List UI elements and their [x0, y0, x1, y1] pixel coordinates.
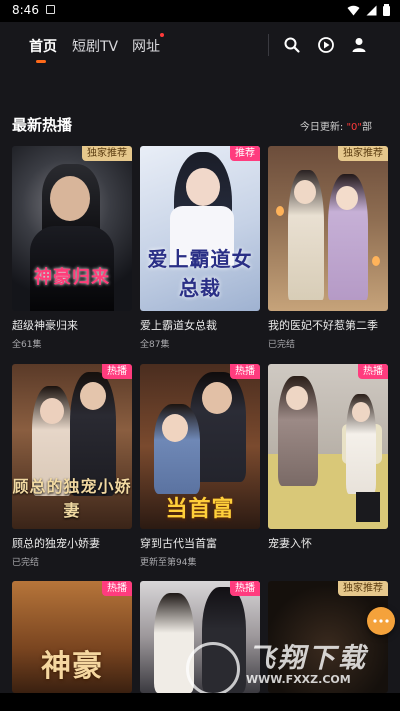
drama-card[interactable]: 热播 神豪	[12, 581, 132, 693]
poster-title-art: 爱上霸道女总裁	[147, 247, 253, 300]
tab-websites[interactable]: 网址	[132, 36, 160, 56]
drama-status: 已完结	[12, 558, 40, 568]
drama-title: 宠妻入怀	[268, 537, 312, 550]
system-nav-bar	[0, 693, 400, 711]
drama-title: 我的医妃不好惹第二季	[268, 319, 378, 332]
drama-card[interactable]: 热播 宠妻入怀	[268, 364, 388, 555]
signal-icon	[366, 5, 377, 15]
poster-title-art: 顾总的独宠小娇妻	[12, 477, 132, 520]
drama-card[interactable]: 热播 当首富 穿到古代当首富 更新至第94集	[140, 364, 260, 568]
drama-poster[interactable]: 热播 顾总的独宠小娇妻	[12, 364, 132, 529]
drama-title: 穿到古代当首富	[140, 537, 217, 550]
active-tab-indicator	[36, 60, 46, 63]
drama-poster[interactable]: 热播 神豪	[12, 581, 132, 693]
drama-card[interactable]: 推荐 爱上霸道女总裁 爱上霸道女总裁 全87集	[140, 146, 260, 350]
today-update-unit: 部	[362, 122, 372, 133]
user-icon[interactable]	[350, 36, 368, 54]
status-time: 8:46	[12, 3, 39, 17]
play-history-icon[interactable]	[317, 36, 335, 54]
nav-divider	[268, 34, 269, 56]
drama-episodes: 全61集	[12, 340, 42, 350]
tab-short-drama-tv[interactable]: 短剧TV	[72, 36, 118, 56]
exclusive-badge: 独家推荐	[82, 146, 132, 161]
exclusive-badge: 独家推荐	[338, 581, 388, 596]
search-icon[interactable]	[283, 36, 301, 54]
site-watermark: 飞翔下载 WWW.FXXZ.COM	[186, 636, 394, 696]
poster-title-art: 当首富	[165, 497, 235, 522]
top-nav: 首页 短剧TV 网址	[0, 22, 400, 72]
today-update-count: "0"	[346, 122, 362, 133]
tab-home[interactable]: 首页	[29, 36, 57, 56]
battery-icon	[383, 4, 390, 16]
drama-title: 超级神豪归来	[12, 319, 78, 332]
watermark-url: WWW.FXXZ.COM	[246, 673, 351, 686]
status-icons	[347, 4, 390, 16]
drama-card[interactable]: 热播 顾总的独宠小娇妻 顾总的独宠小娇妻 已完结	[12, 364, 132, 568]
drama-poster[interactable]: 独家推荐 神豪归来	[12, 146, 132, 311]
wifi-icon	[347, 5, 360, 15]
drama-card[interactable]: 独家推荐 我的医妃不好惹第二季 已完结	[268, 146, 388, 350]
drama-status: 已完结	[268, 340, 296, 350]
more-float-button[interactable]	[367, 607, 395, 635]
poster-title-art: 神豪	[41, 649, 103, 684]
recommend-badge: 推荐	[230, 146, 260, 161]
today-update-label: 今日更新:	[299, 122, 347, 133]
hot-badge: 热播	[230, 581, 260, 596]
drama-card[interactable]: 独家推荐 神豪归来 超级神豪归来 全61集	[12, 146, 132, 350]
poster-title-art: 神豪归来	[34, 267, 110, 288]
watermark-title: 飞翔下载	[248, 643, 368, 674]
exclusive-badge: 独家推荐	[338, 146, 388, 161]
hot-badge: 热播	[358, 364, 388, 379]
hot-badge: 热播	[102, 364, 132, 379]
drama-episodes: 全87集	[140, 340, 170, 350]
more-dots-icon	[373, 619, 389, 623]
drama-poster[interactable]: 热播 当首富	[140, 364, 260, 529]
section-title: 最新热播	[12, 116, 73, 134]
section-header: 最新热播 今日更新: "0"部	[0, 108, 400, 138]
drama-poster[interactable]: 热播	[268, 364, 388, 529]
drama-poster[interactable]: 独家推荐	[268, 146, 388, 311]
drama-episodes: 更新至第94集	[140, 558, 197, 568]
drama-poster[interactable]: 推荐 爱上霸道女总裁	[140, 146, 260, 311]
status-bar: 8:46	[0, 0, 400, 22]
drama-title: 顾总的独宠小娇妻	[12, 537, 100, 550]
watermark-logo-icon	[186, 642, 240, 696]
notification-icon	[46, 5, 55, 14]
drama-title: 爱上霸道女总裁	[140, 319, 217, 332]
hot-badge: 热播	[102, 581, 132, 596]
hot-badge: 热播	[230, 364, 260, 379]
new-dot-badge	[160, 33, 164, 37]
today-update: 今日更新: "0"部	[300, 118, 372, 133]
